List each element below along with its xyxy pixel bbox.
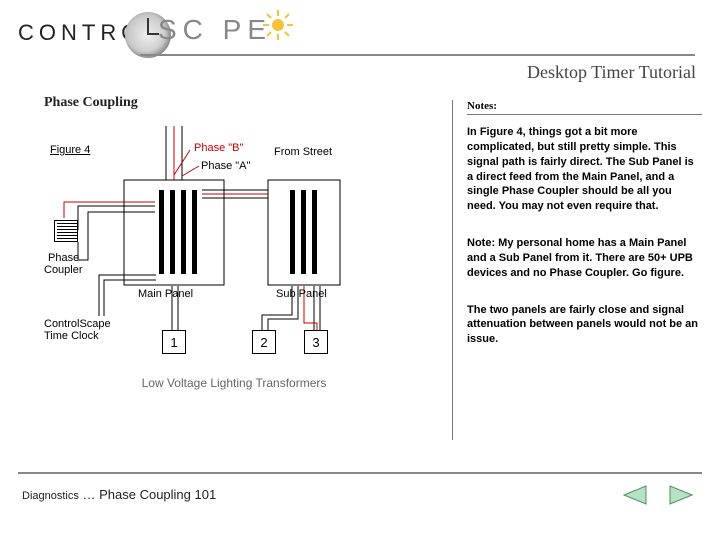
diagram-caption: Low Voltage Lighting Transformers (44, 376, 424, 390)
phase-a-label: Phase "A" (201, 160, 250, 172)
note-paragraph: The two panels are fairly close and sign… (467, 303, 702, 348)
nav-buttons (620, 484, 696, 506)
sun-icon (263, 10, 293, 45)
breadcrumb-prefix: Diagnostics (22, 490, 79, 502)
figure-label: Figure 4 (50, 144, 90, 156)
wiring (44, 120, 424, 380)
transformer-1: 1 (162, 330, 186, 354)
transformer-3: 3 (304, 330, 328, 354)
logo: CONTROL SC PE (18, 10, 338, 70)
main-panel-label: Main Panel (138, 288, 193, 300)
notes-heading: Notes: (467, 100, 702, 115)
logo-text-scape: SC PE (158, 14, 272, 46)
prev-button[interactable] (620, 484, 648, 506)
controlscape-label-1: ControlScape (44, 318, 111, 330)
header-rule (140, 54, 695, 56)
diagram-area: Figure 4 Phase "B" Phase "A" From Street… (44, 120, 424, 430)
phase-coupler-label-1: Phase (48, 252, 79, 264)
footer-rule (18, 472, 702, 474)
from-street-label: From Street (274, 146, 332, 158)
page: CONTROL SC PE Desktop Timer Tutorial Pha… (0, 0, 720, 540)
controlscape-label-2: Time Clock (44, 330, 99, 342)
breadcrumb-title: Phase Coupling 101 (99, 487, 216, 502)
page-title: Desktop Timer Tutorial (527, 62, 696, 83)
notes-panel: Notes: In Figure 4, things got a bit mor… (452, 100, 702, 440)
note-paragraph: Note: My personal home has a Main Panel … (467, 236, 702, 281)
phase-coupler-icon (54, 220, 78, 242)
section-title: Phase Coupling (44, 95, 138, 111)
note-paragraph: In Figure 4, things got a bit more compl… (467, 125, 702, 214)
transformer-2: 2 (252, 330, 276, 354)
sub-panel-label: Sub Panel (276, 288, 327, 300)
diagram: Figure 4 Phase "B" Phase "A" From Street… (44, 120, 424, 390)
phase-coupler-label-2: Coupler (44, 264, 83, 276)
phase-b-label: Phase "B" (194, 142, 243, 154)
breadcrumb: Diagnostics … Phase Coupling 101 (22, 487, 216, 502)
breadcrumb-dots: … (82, 487, 95, 502)
next-button[interactable] (668, 484, 696, 506)
